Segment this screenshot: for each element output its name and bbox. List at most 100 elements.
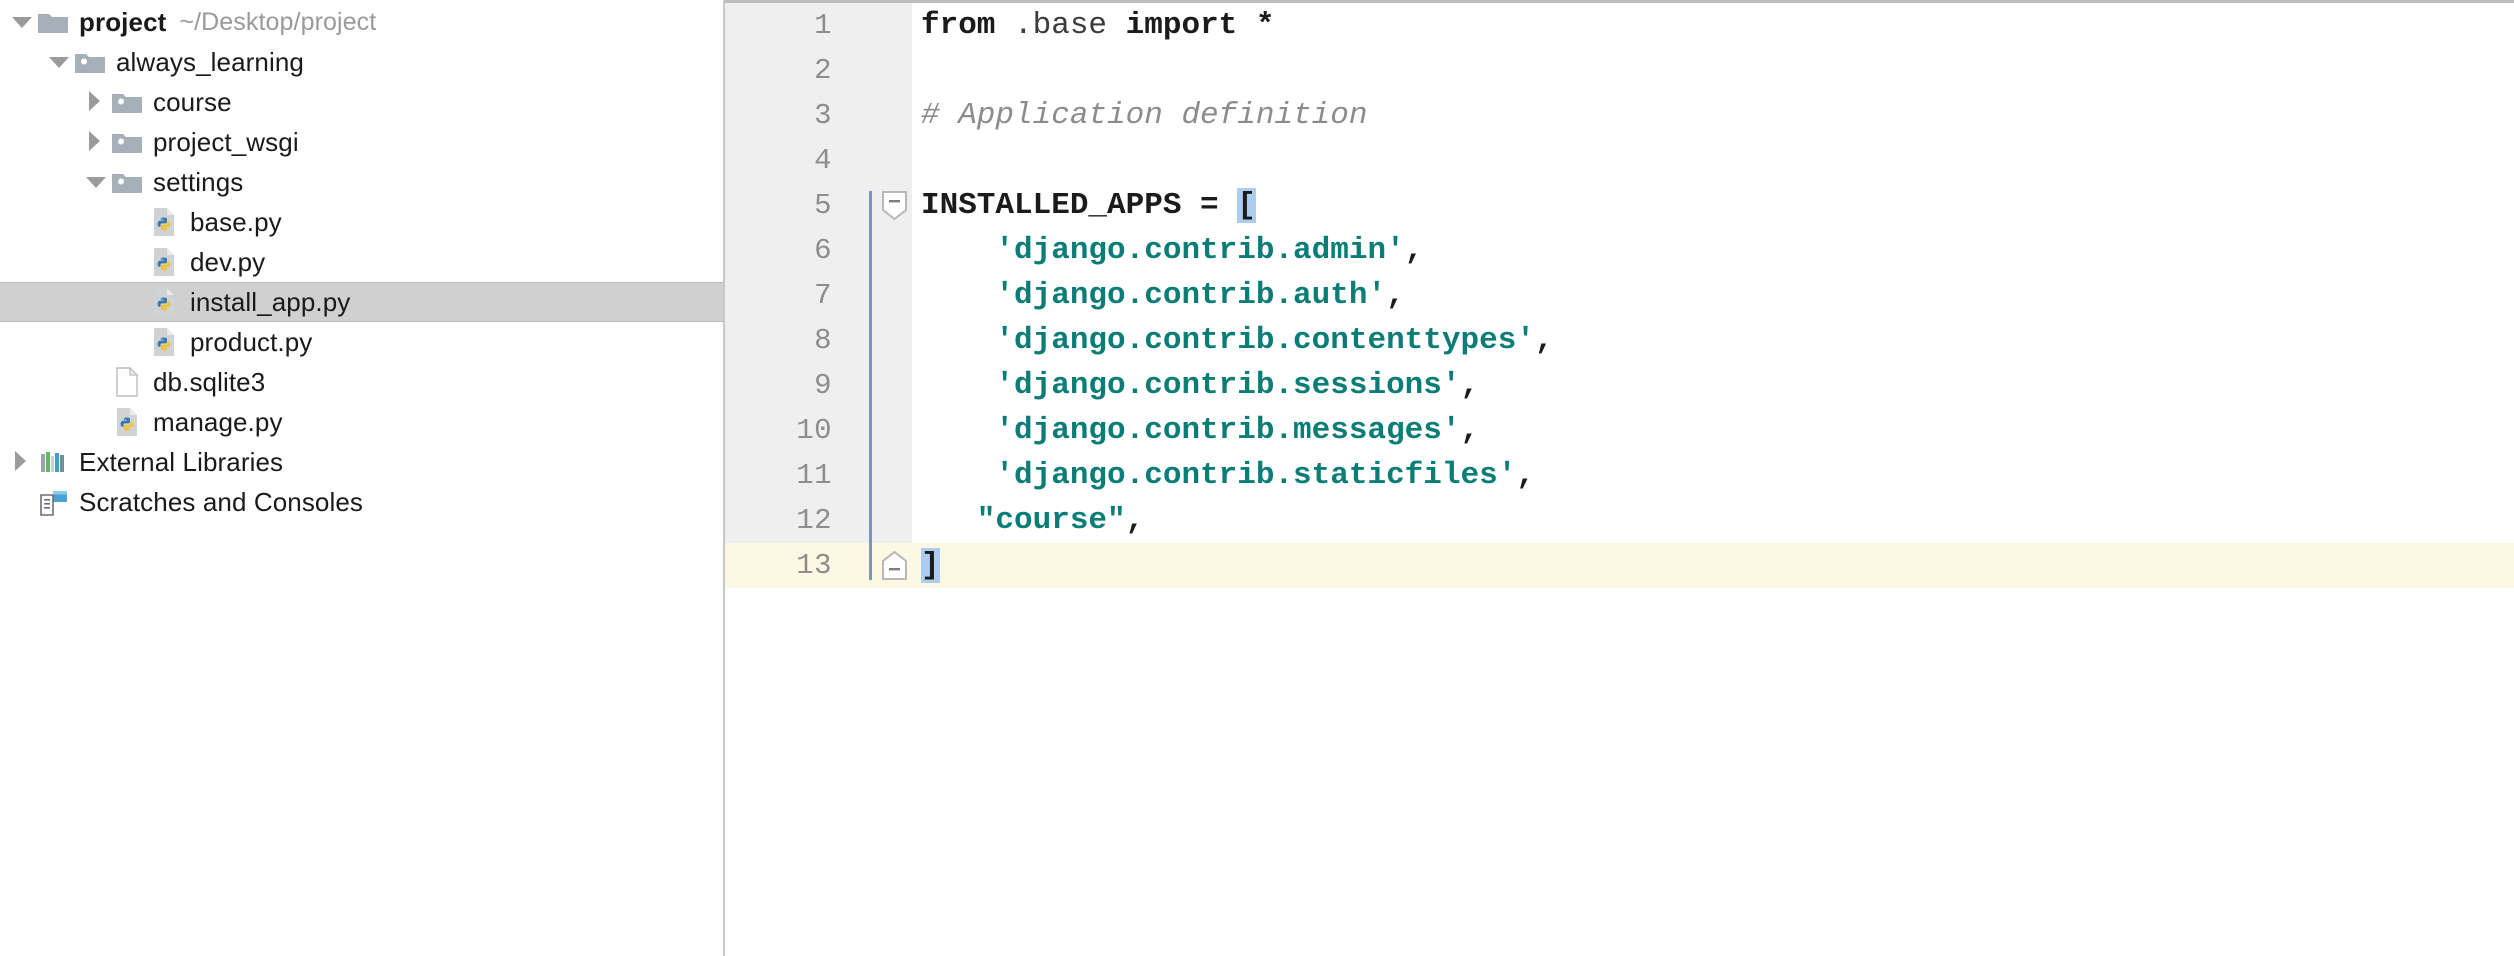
tree-item-path-hint: ~/Desktop/project (179, 7, 377, 36)
fold-gutter[interactable] (858, 138, 912, 183)
code-token: .base (995, 8, 1126, 43)
tree-item-install-app-py[interactable]: install_app.py (0, 282, 723, 322)
tree-item-settings[interactable]: settings (0, 162, 723, 202)
tree-item-project[interactable]: project ~/Desktop/project (0, 2, 723, 42)
project-tree-panel[interactable]: project ~/Desktop/project always_learning c… (0, 0, 725, 956)
line-number[interactable]: 4 (725, 138, 858, 183)
code-token: , (1460, 368, 1480, 403)
chevron-right-icon[interactable] (82, 82, 110, 122)
code-token: INSTALLED_APPS = (921, 188, 1238, 223)
code-token: 'django.contrib.contenttypes' (921, 323, 1535, 358)
code-line[interactable]: 8 'django.contrib.contenttypes', (725, 318, 2514, 363)
line-number[interactable]: 7 (725, 273, 858, 318)
tree-item-product-py[interactable]: product.py (0, 322, 723, 362)
code-line[interactable]: 12 "course", (725, 498, 2514, 543)
code-line-text[interactable]: 'django.contrib.auth', (912, 273, 2514, 318)
code-line[interactable]: 11 'django.contrib.staticfiles', (725, 453, 2514, 498)
fold-range-line (869, 408, 872, 453)
code-line-text[interactable]: 'django.contrib.sessions', (912, 363, 2514, 408)
tree-arrow-placeholder (119, 322, 147, 362)
scratches-icon (36, 485, 70, 519)
tree-arrow-placeholder (8, 482, 36, 522)
code-line-text[interactable] (912, 48, 2514, 93)
code-line-text[interactable]: from .base import * (912, 3, 2514, 48)
code-line[interactable]: 2 (725, 48, 2514, 93)
code-line-text[interactable]: INSTALLED_APPS = [ (912, 183, 2514, 228)
fold-gutter[interactable] (858, 318, 912, 363)
fold-gutter[interactable] (858, 453, 912, 498)
code-line[interactable]: 10 'django.contrib.messages', (725, 408, 2514, 453)
code-line-text[interactable]: ] (912, 543, 2514, 588)
fold-gutter[interactable] (858, 408, 912, 453)
code-token: import (1125, 8, 1238, 43)
line-number[interactable]: 12 (725, 498, 858, 543)
code-line-text[interactable] (912, 138, 2514, 183)
code-line[interactable]: 4 (725, 138, 2514, 183)
tree-item-base-py[interactable]: base.py (0, 202, 723, 242)
tree-item-project-wsgi[interactable]: project_wsgi (0, 122, 723, 162)
python-file-icon (147, 285, 181, 319)
fold-gutter[interactable] (858, 543, 912, 588)
code-line-text[interactable]: # Application definition (912, 93, 2514, 138)
python-file-icon (147, 325, 181, 359)
fold-gutter[interactable] (858, 48, 912, 93)
code-line[interactable]: 6 'django.contrib.admin', (725, 228, 2514, 273)
code-token: , (1125, 503, 1145, 538)
line-number[interactable]: 1 (725, 3, 858, 48)
line-number[interactable]: 9 (725, 363, 858, 408)
tree-item-label: Scratches and Consoles (79, 486, 364, 517)
code-line-text[interactable]: 'django.contrib.staticfiles', (912, 453, 2514, 498)
line-number[interactable]: 5 (725, 183, 858, 228)
code-line-text[interactable]: "course", (912, 498, 2514, 543)
tree-arrow-placeholder (119, 202, 147, 242)
chevron-down-icon[interactable] (8, 2, 36, 42)
tree-item-course[interactable]: course (0, 82, 723, 122)
fold-gutter[interactable] (858, 183, 912, 228)
code-token: , (1516, 458, 1535, 493)
code-token: "course" (921, 503, 1126, 538)
line-number[interactable]: 2 (725, 48, 858, 93)
tree-item-manage-py[interactable]: manage.py (0, 402, 723, 442)
fold-gutter[interactable] (858, 93, 912, 138)
code-line[interactable]: 9 'django.contrib.sessions', (725, 363, 2514, 408)
fold-gutter[interactable] (858, 363, 912, 408)
code-line[interactable]: 1 from .base import * (725, 3, 2514, 48)
code-line-text[interactable]: 'django.contrib.contenttypes', (912, 318, 2514, 363)
tree-item-external-libraries[interactable]: External Libraries (0, 442, 723, 482)
code-line[interactable]: 3 # Application definition (725, 93, 2514, 138)
code-editor-panel[interactable]: 1 from .base import * 2 3 # Application defi… (725, 0, 2514, 956)
fold-gutter[interactable] (858, 498, 912, 543)
line-number[interactable]: 10 (725, 408, 858, 453)
line-number[interactable]: 6 (725, 228, 858, 273)
line-number[interactable]: 13 (725, 543, 858, 588)
chevron-right-icon[interactable] (8, 442, 36, 482)
code-line[interactable]: 13] (725, 543, 2514, 588)
python-file-icon (147, 245, 181, 279)
folder-icon (36, 5, 70, 39)
tree-item-db-sqlite3[interactable]: db.sqlite3 (0, 362, 723, 402)
python-file-icon (147, 205, 181, 239)
line-number[interactable]: 11 (725, 453, 858, 498)
tree-item-label: External Libraries (79, 446, 284, 477)
fold-collapse-icon[interactable] (880, 190, 909, 221)
chevron-right-icon[interactable] (82, 122, 110, 162)
chevron-down-icon[interactable] (45, 42, 73, 82)
code-line-text[interactable]: 'django.contrib.admin', (912, 228, 2514, 273)
line-number[interactable]: 8 (725, 318, 858, 363)
code-lines-container[interactable]: 1 from .base import * 2 3 # Application defi… (725, 3, 2514, 956)
tree-item-dev-py[interactable]: dev.py (0, 242, 723, 282)
code-line[interactable]: 7 'django.contrib.auth', (725, 273, 2514, 318)
code-line-text[interactable]: 'django.contrib.messages', (912, 408, 2514, 453)
fold-gutter[interactable] (858, 228, 912, 273)
tree-item-label: dev.py (190, 246, 266, 277)
fold-expand-icon[interactable] (880, 550, 909, 581)
fold-gutter[interactable] (858, 3, 912, 48)
code-line[interactable]: 5 INSTALLED_APPS = [ (725, 183, 2514, 228)
tree-item-always-learning[interactable]: always_learning (0, 42, 723, 82)
tree-item-scratches-and-consoles[interactable]: Scratches and Consoles (0, 482, 723, 522)
chevron-down-icon[interactable] (82, 162, 110, 202)
line-number[interactable]: 3 (725, 93, 858, 138)
fold-gutter[interactable] (858, 273, 912, 318)
